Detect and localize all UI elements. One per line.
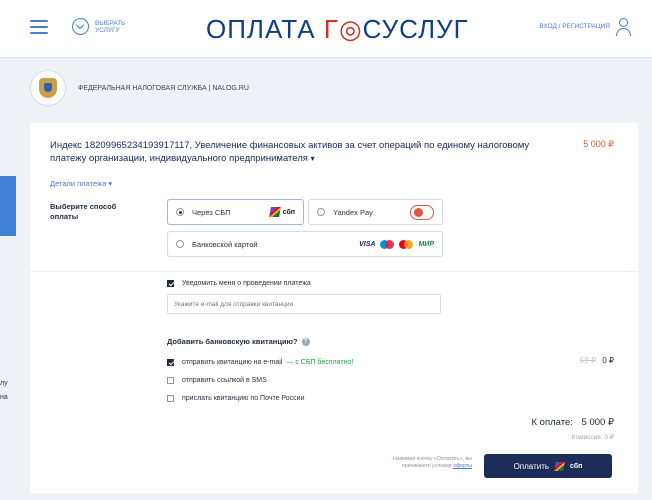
offer-link[interactable]: оферты — [453, 463, 472, 469]
mir-icon: МИР — [418, 241, 434, 248]
commission-text: Комиссия: 0 ₽ — [571, 434, 614, 441]
payment-amount: 5 000 ₽ — [583, 139, 614, 149]
pay-button-badge: сбп — [570, 462, 583, 470]
receipt-heading-text: Добавить банковскую квитанцию? — [167, 337, 298, 346]
receipt-post-checkbox[interactable]: прислать квитанцию по Почте России — [167, 395, 305, 402]
login-button[interactable]: ВХОД / РЕГИСТРАЦИЯ — [539, 17, 632, 37]
method-option-yandex-pay[interactable]: Yandex Pay — [308, 199, 443, 225]
logo-o-seal-icon: ◎ — [338, 14, 363, 44]
background-label-1: лу — [0, 380, 8, 387]
receipt-old-price: 59 ₽ — [579, 356, 596, 365]
mastercard-icon — [399, 240, 414, 249]
sbp-logo-icon: сбп — [268, 207, 295, 217]
card-brand-logos: VISA МИР — [359, 240, 434, 249]
choose-service-button[interactable]: ВЫБРАТЬ УСЛУГУ — [72, 18, 135, 35]
receipt-free-note: — с СБП бесплатно! — [286, 359, 354, 366]
payment-details-label: Детали платежа — [50, 179, 107, 188]
payment-title-text: Индекс 18209965234193917117, Увеличение … — [50, 140, 530, 164]
fns-emblem-icon — [30, 70, 66, 106]
checkbox-checked-icon — [167, 280, 174, 287]
receipt-heading: Добавить банковскую квитанцию? ? — [167, 337, 310, 346]
yandex-pay-logo-icon — [410, 205, 434, 220]
method-card-label: Банковской картой — [192, 239, 258, 249]
caret-down-icon: ▾ — [108, 179, 113, 188]
menu-icon[interactable] — [30, 20, 48, 34]
choose-service-label: ВЫБРАТЬ УСЛУГУ — [95, 19, 126, 34]
logo-g-letter: Г — [323, 14, 339, 44]
radio-selected-icon — [176, 208, 184, 216]
section-divider — [30, 271, 638, 272]
checkbox-checked-icon — [167, 359, 174, 366]
total-label: К оплате: — [531, 417, 573, 428]
method-option-card[interactable]: Банковской картой VISA МИР — [167, 231, 443, 257]
receipt-price: 59 ₽ 0 ₽ — [580, 356, 614, 365]
caret-down-icon: ▾ — [310, 154, 315, 163]
receipt-email-checkbox[interactable]: отправить квитанцию на e-mail — с СБП бе… — [167, 359, 353, 366]
visa-icon: VISA — [359, 241, 376, 248]
logo-text-left: ОПЛАТА — [206, 14, 316, 44]
background-label-2: на — [0, 394, 8, 401]
logo-text-right: СУСЛУГ — [362, 14, 469, 44]
radio-icon — [176, 240, 184, 248]
checkbox-icon — [167, 395, 174, 402]
total-value: 5 000 ₽ — [581, 417, 614, 428]
pay-button-label: Оплатить — [513, 461, 550, 471]
top-header: ВЫБРАТЬ УСЛУГУ ОПЛАТА Г◎СУСЛУГ ВХОД / РЕ… — [0, 0, 652, 58]
checkbox-icon — [167, 377, 174, 384]
background-panel-stub — [0, 176, 16, 236]
offer-note: Нажимая кнопку «Оплатить», вы принимаете… — [368, 456, 472, 470]
notify-label: Уведомить меня о проведении платежа — [182, 280, 311, 287]
method-sbp-label: Через СБП — [192, 207, 231, 217]
site-logo[interactable]: ОПЛАТА Г◎СУСЛУГ — [206, 14, 469, 45]
method-option-sbp[interactable]: Через СБП сбп — [167, 199, 304, 225]
payment-title[interactable]: Индекс 18209965234193917117, Увеличение … — [50, 139, 530, 165]
chevron-down-circle-icon — [72, 18, 89, 35]
notify-email-input[interactable] — [167, 294, 441, 314]
total-amount: К оплате: 5 000 ₽ — [532, 417, 615, 428]
payment-details-link[interactable]: Детали платежа ▾ — [50, 179, 112, 188]
user-icon — [616, 17, 632, 37]
receipt-post-label: прислать квитанцию по Почте России — [182, 395, 305, 402]
method-yandex-label: Yandex Pay — [333, 207, 373, 217]
organization-name: ФЕДЕРАЛЬНАЯ НАЛОГОВАЯ СЛУЖБА | nalog.ru — [78, 84, 249, 92]
receipt-sms-checkbox[interactable]: отправить ссылкой в SMS — [167, 377, 267, 384]
receipt-sms-label: отправить ссылкой в SMS — [182, 377, 267, 384]
login-label: ВХОД / РЕГИСТРАЦИЯ — [539, 23, 610, 30]
help-icon[interactable]: ? — [301, 337, 310, 346]
radio-icon — [317, 208, 325, 216]
receipt-email-label: отправить квитанцию на e-mail — [182, 359, 283, 366]
pay-button[interactable]: Оплатить сбп — [484, 454, 612, 478]
organization-line: ФЕДЕРАЛЬНАЯ НАЛОГОВАЯ СЛУЖБА | nalog.ru — [30, 70, 249, 106]
maestro-icon — [380, 240, 395, 249]
notify-checkbox[interactable]: Уведомить меня о проведении платежа — [167, 280, 311, 287]
payment-method-label: Выберите способ оплаты — [50, 202, 117, 221]
payment-card: Индекс 18209965234193917117, Увеличение … — [30, 123, 638, 493]
sbp-logo-icon — [554, 461, 565, 471]
receipt-new-price: 0 ₽ — [602, 356, 614, 365]
